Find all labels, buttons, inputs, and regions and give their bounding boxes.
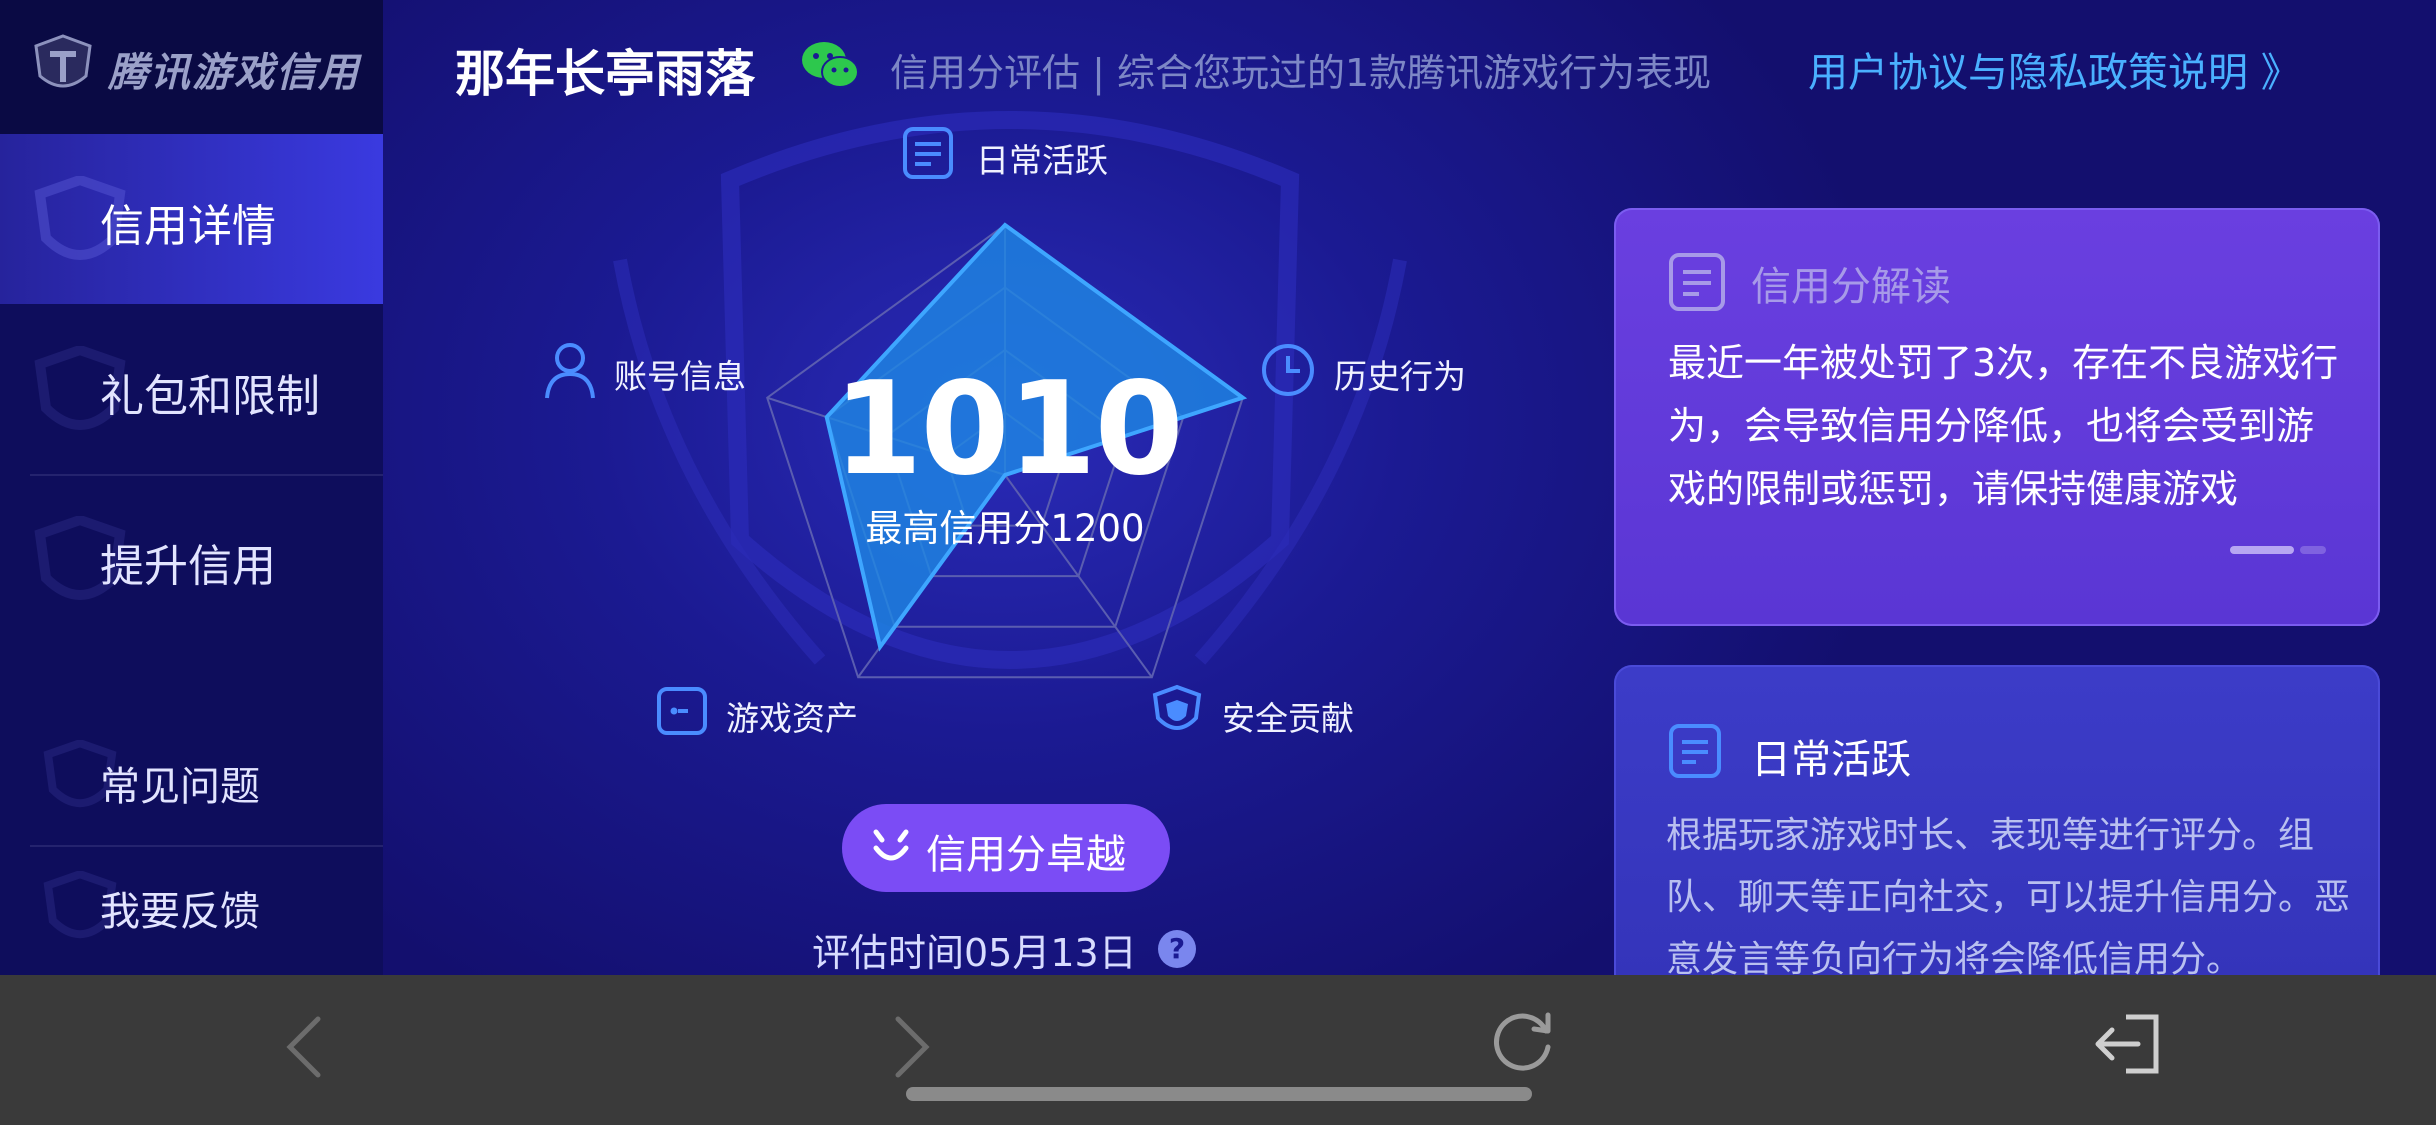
page-title: 那年长亭雨落 bbox=[455, 45, 755, 103]
back-arrow-icon[interactable] bbox=[284, 1015, 324, 1079]
wechat-icon bbox=[802, 42, 859, 88]
radar-label-security: 安全贡献 bbox=[1222, 699, 1354, 738]
evaluation-time: 评估时间05月13日 bbox=[812, 931, 1137, 975]
sidebar: 腾讯游戏信用 信用详情 礼包和限制 提升信用 常见问题 我要反馈 bbox=[0, 0, 383, 975]
document-icon bbox=[903, 127, 953, 179]
sidebar-item-label: 常见问题 bbox=[100, 764, 260, 810]
app-screen: 腾讯游戏信用 信用详情 礼包和限制 提升信用 常见问题 我要反馈 那年长亭雨落 bbox=[0, 0, 2436, 975]
document-icon bbox=[1669, 253, 1725, 311]
page-subtitle: 信用分评估 | 综合您玩过的1款腾讯游戏行为表现 bbox=[890, 51, 1712, 95]
tencent-games-logo-icon bbox=[34, 34, 92, 88]
refresh-icon[interactable] bbox=[1488, 1005, 1558, 1075]
wallet-icon bbox=[657, 687, 707, 735]
radar-label-account-info: 账号信息 bbox=[614, 357, 746, 396]
app-logo: 腾讯游戏信用 bbox=[0, 0, 383, 134]
user-icon bbox=[545, 343, 595, 399]
credit-interpretation-card: 信用分解读 最近一年被处罚了3次，存在不良游戏行为，会导致信用分降低，也将会受到… bbox=[1614, 208, 2380, 626]
sidebar-item-improve-credit[interactable]: 提升信用 bbox=[0, 474, 383, 644]
browser-toolbar bbox=[0, 975, 2436, 1125]
max-score-text: 最高信用分1200 bbox=[865, 507, 1145, 550]
card-title: 日常活跃 bbox=[1751, 737, 1911, 783]
sidebar-item-label: 信用详情 bbox=[100, 201, 276, 252]
clock-icon bbox=[1262, 344, 1314, 396]
sidebar-item-label: 提升信用 bbox=[100, 541, 276, 592]
policy-link[interactable]: 用户协议与隐私政策说明 》 bbox=[1808, 40, 2301, 98]
help-icon[interactable]: ? bbox=[1158, 930, 1196, 968]
radar-label-game-assets: 游戏资产 bbox=[726, 699, 858, 738]
radar-label-daily-activity: 日常活跃 bbox=[976, 141, 1108, 180]
sidebar-item-faq[interactable]: 常见问题 bbox=[0, 710, 383, 845]
card-body: 最近一年被处罚了3次，存在不良游戏行为，会导致信用分降低，也将会受到游戏的限制或… bbox=[1668, 341, 2339, 511]
exit-icon[interactable] bbox=[2092, 1013, 2162, 1075]
sidebar-item-label: 我要反馈 bbox=[100, 889, 260, 935]
shield-icon bbox=[1152, 684, 1202, 730]
scroll-indicator bbox=[2230, 546, 2294, 554]
sidebar-item-gifts-limits[interactable]: 礼包和限制 bbox=[0, 304, 383, 474]
card-body: 根据玩家游戏时长、表现等进行评分。组队、聊天等正向社交，可以提升信用分。恶意发言… bbox=[1666, 815, 2351, 975]
credit-level-badge[interactable]: 信用分卓越 bbox=[842, 804, 1170, 892]
sidebar-item-feedback[interactable]: 我要反馈 bbox=[0, 845, 383, 975]
document-icon bbox=[1669, 724, 1721, 778]
card-title: 信用分解读 bbox=[1751, 264, 1951, 310]
badge-label: 信用分卓越 bbox=[926, 832, 1126, 878]
scroll-indicator-track bbox=[2300, 546, 2326, 554]
forward-arrow-icon[interactable] bbox=[892, 1015, 932, 1079]
credit-score: 1010 bbox=[833, 355, 1183, 504]
sidebar-item-label: 礼包和限制 bbox=[100, 371, 320, 422]
logo-text: 腾讯游戏信用 bbox=[108, 50, 360, 96]
home-indicator[interactable] bbox=[906, 1087, 1532, 1101]
daily-activity-card: 日常活跃 根据玩家游戏时长、表现等进行评分。组队、聊天等正向社交，可以提升信用分… bbox=[1614, 665, 2380, 975]
smile-icon bbox=[873, 829, 909, 861]
sidebar-item-credit-details[interactable]: 信用详情 bbox=[0, 134, 383, 304]
radar-label-history: 历史行为 bbox=[1334, 357, 1466, 396]
